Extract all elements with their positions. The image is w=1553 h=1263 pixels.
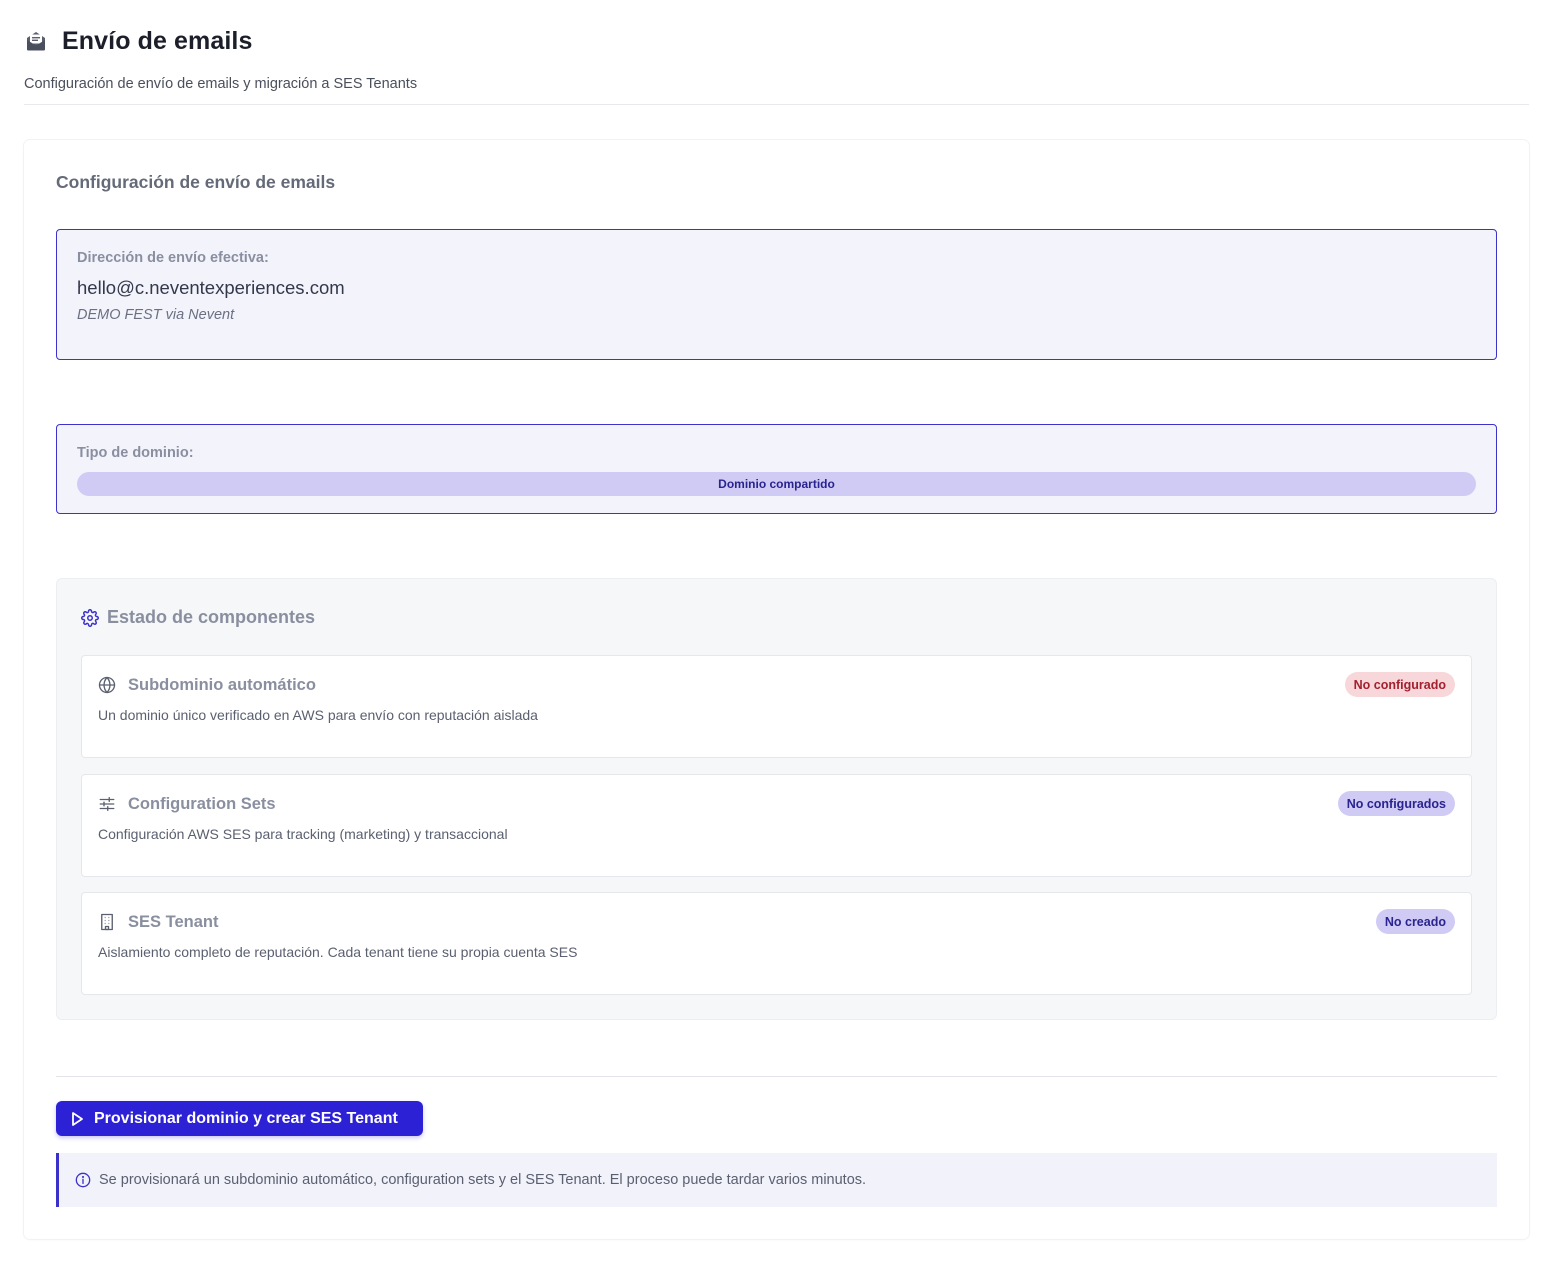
domain-type-badge: Dominio compartido [77, 472, 1476, 496]
page-subtitle: Configuración de envío de emails y migra… [24, 76, 418, 92]
components-title: Estado de componentes [107, 607, 316, 627]
sender-name: DEMO FEST via Nevent [77, 307, 235, 323]
header-divider [24, 104, 1529, 105]
component-item-subdomain: Subdominio automático Un dominio único v… [81, 655, 1472, 758]
envelope-open-icon [24, 29, 48, 53]
component-name: Subdominio automático [128, 676, 316, 694]
info-icon [75, 1172, 91, 1188]
info-notice: Se provisionará un subdominio automático… [56, 1153, 1497, 1207]
title-row: Envío de emails [24, 24, 1529, 58]
components-title-row: Estado de componentes [81, 607, 315, 628]
email-config-card: Configuración de envío de emails Direcci… [24, 140, 1529, 1239]
sliders-icon [98, 795, 116, 813]
info-text: Se provisionará un subdominio automático… [99, 1172, 867, 1188]
component-item-ses-tenant: SES Tenant Aislamiento completo de reput… [81, 892, 1472, 995]
page-title: Envío de emails [62, 26, 253, 55]
effective-address-label: Dirección de envío efectiva: [77, 250, 269, 266]
section-divider [56, 1076, 1497, 1077]
status-badge: No creado [1375, 909, 1455, 934]
component-description: Aislamiento completo de reputación. Cada… [98, 944, 578, 960]
component-name: SES Tenant [128, 913, 219, 931]
building-icon [98, 913, 116, 931]
section-title: Configuración de envío de emails [56, 172, 336, 192]
status-badge: No configurado [1344, 672, 1455, 697]
page-header: Envío de emails Configuración de envío d… [24, 24, 1529, 93]
components-status-panel: Estado de componentes Subdominio automát… [56, 578, 1497, 1020]
play-icon [70, 1111, 84, 1127]
status-badge: No configurados [1337, 791, 1455, 816]
globe-icon [98, 676, 116, 694]
effective-address-box: Dirección de envío efectiva: hello@c.nev… [56, 229, 1497, 360]
component-description: Configuración AWS SES para tracking (mar… [98, 826, 508, 842]
gear-icon [81, 608, 99, 627]
provision-domain-button[interactable]: Provisionar dominio y crear SES Tenant [56, 1101, 423, 1136]
domain-type-box: Tipo de dominio: Dominio compartido [56, 424, 1497, 514]
domain-type-label: Tipo de dominio: [77, 445, 194, 461]
component-description: Un dominio único verificado en AWS para … [98, 707, 538, 723]
effective-address-email: hello@c.neventexperiences.com [77, 277, 345, 298]
component-item-configuration-sets: Configuration Sets Configuración AWS SES… [81, 774, 1472, 877]
provision-button-label: Provisionar dominio y crear SES Tenant [94, 1109, 398, 1127]
component-name: Configuration Sets [128, 795, 276, 813]
